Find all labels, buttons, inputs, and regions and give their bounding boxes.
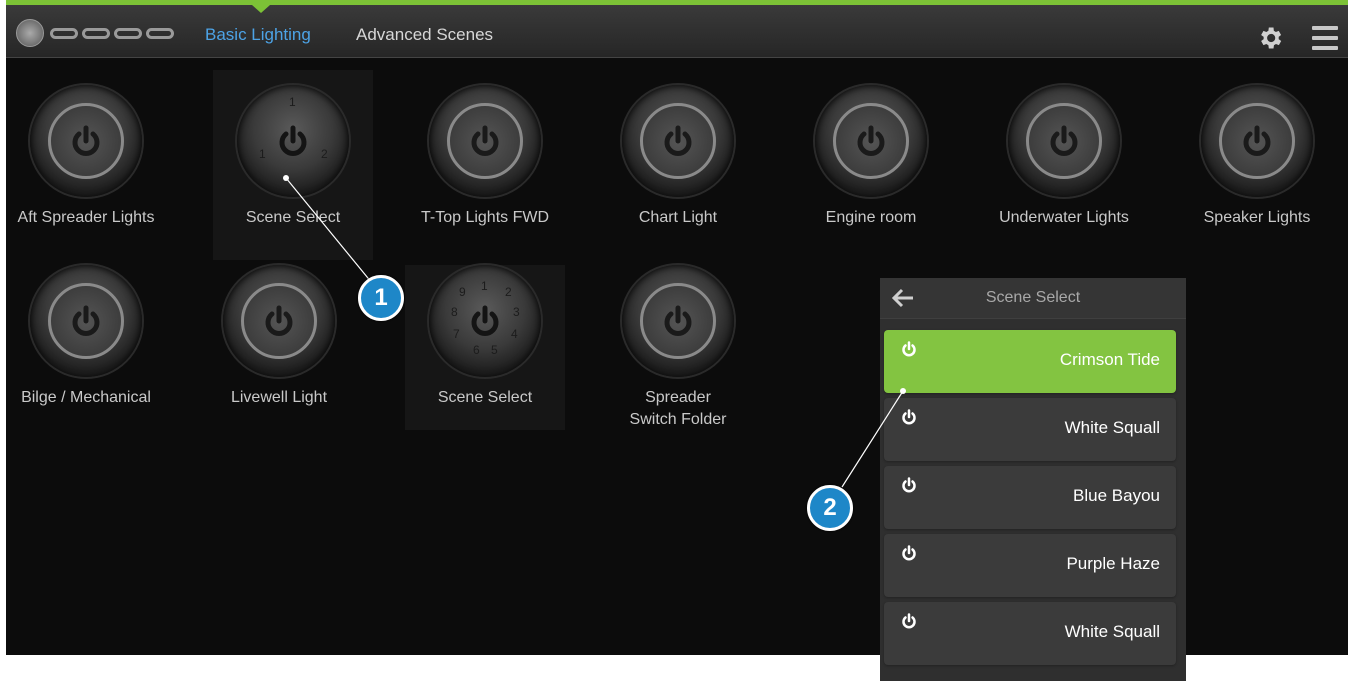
- scene-number: 5: [491, 343, 498, 357]
- callout-badge-2: 2: [807, 485, 853, 531]
- brand-emblem-icon: [16, 19, 44, 47]
- device-label: Engine room: [825, 209, 917, 226]
- power-knob-button[interactable]: 9 1 2 8 3 7 4 65: [429, 265, 541, 377]
- scene-list-item[interactable]: White Squall: [884, 398, 1176, 461]
- power-knob-button[interactable]: [622, 85, 734, 197]
- device-label: Scene Select: [437, 389, 533, 406]
- light-switch-tile[interactable]: Chart Light: [598, 85, 758, 229]
- device-label: Scene Select: [245, 209, 341, 226]
- scene-number: 4: [511, 327, 518, 341]
- device-label: Spreader Switch Folder: [629, 389, 727, 428]
- settings-gear-icon[interactable]: [1256, 24, 1284, 52]
- scene-list-item[interactable]: Blue Bayou: [884, 466, 1176, 529]
- scene-name: Crimson Tide: [1059, 350, 1160, 369]
- scene-list-item[interactable]: White Squall: [884, 602, 1176, 665]
- scene-number: 9: [459, 285, 466, 299]
- power-knob-button[interactable]: [30, 265, 142, 377]
- panel-header: Scene Select: [880, 278, 1186, 319]
- power-knob-button[interactable]: [815, 85, 927, 197]
- light-switch-tile[interactable]: Speaker Lights: [1177, 85, 1337, 229]
- scene-list-item[interactable]: Purple Haze: [884, 534, 1176, 597]
- scene-name: White Squall: [1064, 418, 1160, 437]
- power-knob-button[interactable]: [429, 85, 541, 197]
- scene-number: 6: [473, 343, 480, 357]
- device-label: Aft Spreader Lights: [17, 209, 155, 226]
- light-switch-tile[interactable]: Livewell Light: [199, 265, 359, 409]
- scene-number: 1: [289, 95, 296, 109]
- scene-number: 7: [453, 327, 460, 341]
- scene-number: 3: [513, 305, 520, 319]
- tab-basic-lighting[interactable]: Basic Lighting: [205, 25, 311, 45]
- scene-list-item[interactable]: Crimson Tide: [884, 330, 1176, 393]
- top-navigation-bar: Basic Lighting Advanced Scenes: [6, 0, 1348, 58]
- scene-select-panel: Scene Select Crimson Tide White Squall Blu…: [880, 278, 1186, 681]
- device-label: Speaker Lights: [1203, 209, 1311, 226]
- scene-name: Blue Bayou: [1073, 486, 1160, 505]
- scene-number: 1: [259, 147, 266, 161]
- power-knob-button[interactable]: [622, 265, 734, 377]
- power-knob-button[interactable]: [1008, 85, 1120, 197]
- device-label: Underwater Lights: [999, 209, 1129, 226]
- scene-select-tile[interactable]: 9 1 2 8 3 7 4 6 5 Scene Select: [405, 265, 565, 430]
- panel-title: Scene Select: [985, 289, 1081, 306]
- power-knob-button[interactable]: [1201, 85, 1313, 197]
- scene-select-tile[interactable]: 1 1 2 Scene Select: [213, 70, 373, 260]
- callout-badge-1: 1: [358, 275, 404, 321]
- device-label: T-Top Lights FWD: [420, 209, 550, 226]
- light-switch-tile[interactable]: Underwater Lights: [984, 85, 1144, 229]
- light-switch-tile[interactable]: Aft Spreader Lights: [6, 85, 166, 229]
- scene-number: 2: [321, 147, 328, 161]
- power-knob-button[interactable]: 1 1 2: [237, 85, 349, 197]
- device-label: Bilge / Mechanical: [21, 389, 151, 406]
- scene-name: White Squall: [1064, 622, 1160, 641]
- power-knob-button[interactable]: [30, 85, 142, 197]
- device-label: Livewell Light: [230, 389, 328, 406]
- power-knob-button[interactable]: [223, 265, 335, 377]
- poco-logo: [16, 19, 174, 47]
- scene-number: 2: [505, 285, 512, 299]
- light-switch-tile[interactable]: Spreader Switch Folder: [598, 265, 758, 431]
- active-tab-indicator: [252, 5, 270, 13]
- light-switch-tile[interactable]: T-Top Lights FWD: [405, 85, 565, 229]
- brand-wordmark: [50, 27, 174, 39]
- scene-number: 8: [451, 305, 458, 319]
- device-label: Chart Light: [638, 209, 718, 226]
- scene-number: 1: [481, 279, 488, 293]
- hamburger-menu-icon[interactable]: [1312, 26, 1338, 50]
- scene-name: Purple Haze: [1066, 554, 1160, 573]
- tab-advanced-scenes[interactable]: Advanced Scenes: [356, 25, 493, 45]
- light-switch-tile[interactable]: Bilge / Mechanical: [6, 265, 166, 409]
- light-switch-tile[interactable]: Engine room: [791, 85, 951, 229]
